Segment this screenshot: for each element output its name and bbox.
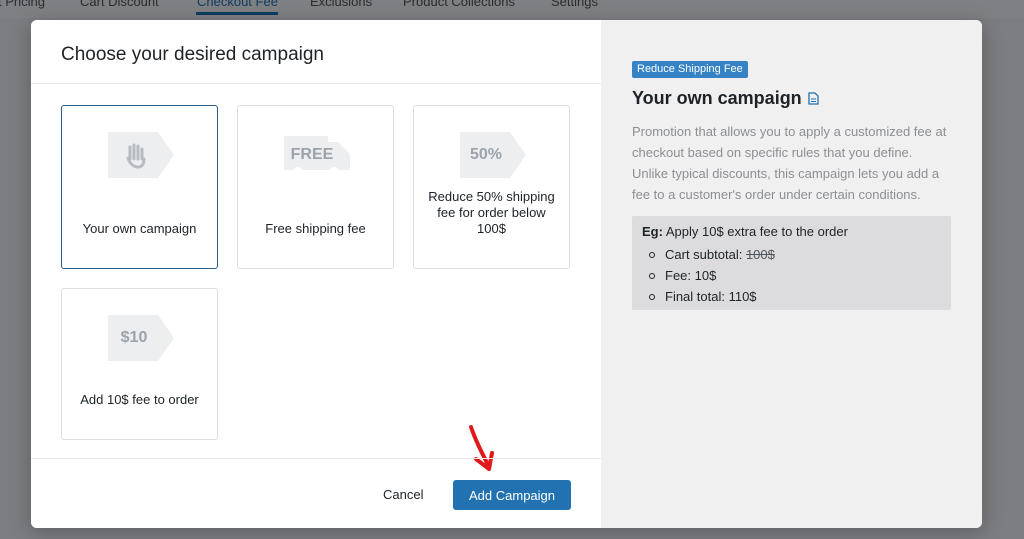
modal-header: Choose your desired campaign xyxy=(31,20,601,84)
modal-title: Choose your desired campaign xyxy=(61,44,324,65)
tag-text: $10 xyxy=(120,329,148,346)
modal-footer: Cancel Add Campaign xyxy=(31,458,601,528)
detail-description: Promotion that allows you to apply a cus… xyxy=(632,124,947,202)
percent-tag-icon: 50% xyxy=(460,132,526,178)
background-nav: t Pricing Cart Discount Checkout Fee Exc… xyxy=(0,0,1024,18)
cancel-button[interactable]: Cancel xyxy=(383,487,423,502)
bg-tab-product-collections: Product Collections xyxy=(403,0,515,9)
example-item-fee: Fee: 10$ xyxy=(642,265,941,286)
campaign-modal: Choose your desired campaign Your own ca… xyxy=(31,20,982,528)
campaign-card-reduce-50[interactable]: 50% Reduce 50% shipping fee for order be… xyxy=(413,105,570,269)
card-label: Add 10$ fee to order xyxy=(80,392,199,407)
bg-tab-cart-discount: Cart Discount xyxy=(80,0,159,9)
dollar-tag-icon: $10 xyxy=(108,315,174,361)
example-item-strike-value: 100$ xyxy=(745,247,775,262)
campaign-card-free-shipping[interactable]: FREE Free shipping fee xyxy=(237,105,394,269)
card-label: Free shipping fee xyxy=(265,221,366,236)
card-label: Reduce 50% shipping fee for order below … xyxy=(428,189,555,236)
hand-tag-icon xyxy=(108,132,174,178)
example-item-final-total: Final total: 110$ xyxy=(642,286,941,307)
example-text: Apply 10$ extra fee to the order xyxy=(665,224,848,239)
bg-tab-checkout-fee: Checkout Fee xyxy=(197,0,278,9)
example-item-cart-subtotal: Cart subtotal: 100$ xyxy=(642,244,941,265)
document-icon[interactable] xyxy=(808,92,819,105)
campaign-card-your-own[interactable]: Your own campaign xyxy=(61,105,218,269)
add-campaign-button[interactable]: Add Campaign xyxy=(453,480,571,510)
example-box: Eg: Apply 10$ extra fee to the order Car… xyxy=(632,216,951,310)
bg-tab-underline xyxy=(196,12,278,15)
campaign-detail-panel: Reduce Shipping Fee Your own campaign Pr… xyxy=(601,20,982,528)
tag-text: 50% xyxy=(469,146,503,163)
example-prefix: Eg: xyxy=(642,224,663,239)
example-list: Cart subtotal: 100$ Fee: 10$ Final total… xyxy=(642,244,941,307)
campaign-card-add-10[interactable]: $10 Add 10$ fee to order xyxy=(61,288,218,440)
detail-title-text: Your own campaign xyxy=(632,88,802,108)
truck-tag-icon: FREE xyxy=(284,132,350,178)
campaign-type-badge: Reduce Shipping Fee xyxy=(632,61,748,78)
example-line: Eg: Apply 10$ extra fee to the order xyxy=(642,223,941,241)
example-item-label: Cart subtotal: xyxy=(665,247,746,262)
tag-text: FREE xyxy=(290,146,334,163)
bg-tab-exclusions: Exclusions xyxy=(310,0,373,9)
campaign-cards: Your own campaign FREE Free shipping fee xyxy=(61,105,581,445)
bg-tab-pricing: t Pricing xyxy=(0,0,45,9)
card-label: Your own campaign xyxy=(82,221,197,236)
bg-tab-settings: Settings xyxy=(551,0,598,9)
campaign-list-panel: Choose your desired campaign Your own ca… xyxy=(31,20,601,528)
detail-title: Your own campaign xyxy=(632,88,819,109)
